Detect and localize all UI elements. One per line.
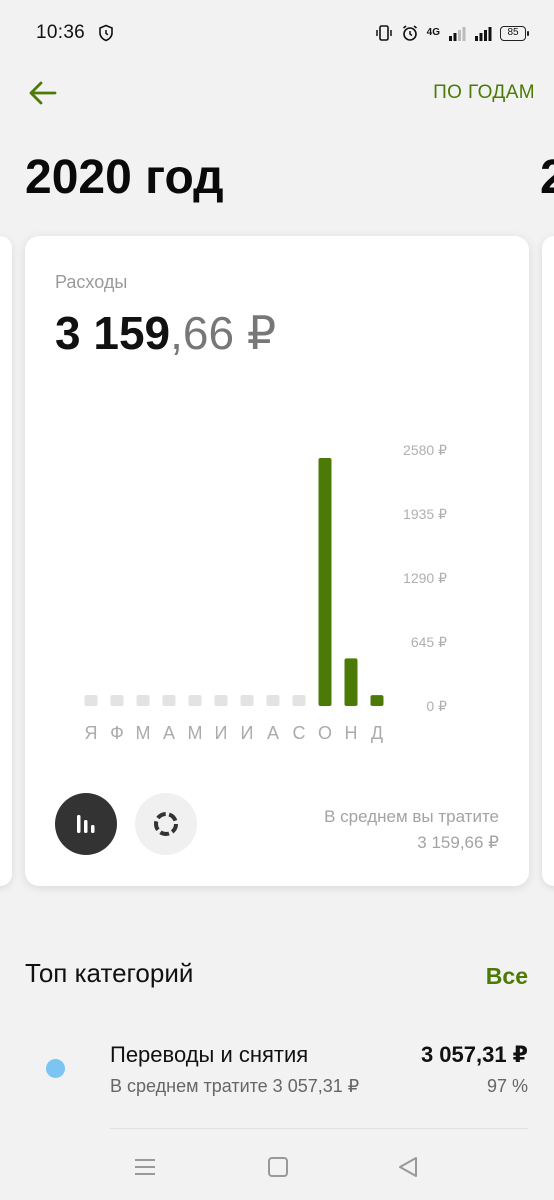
category-row[interactable]: Переводы и снятия 3 057,31 ₽ В среднем т… xyxy=(0,1030,554,1130)
chart-bar[interactable] xyxy=(266,695,280,706)
year-title: 2020 год xyxy=(25,151,224,204)
bar-chart-icon xyxy=(77,815,95,833)
category-color-dot xyxy=(46,1059,65,1078)
x-tick-label: И xyxy=(215,723,228,743)
x-tick-label: А xyxy=(163,723,175,743)
chart-bar[interactable] xyxy=(292,695,306,706)
vibrate-icon xyxy=(375,25,392,41)
shield-clock-icon xyxy=(99,24,113,42)
expenses-card: Расходы 3 159,66 ₽ 2580 ₽1935 ₽1290 ₽645… xyxy=(25,236,529,886)
y-tick-label: 645 ₽ xyxy=(411,634,447,650)
chart-bar[interactable] xyxy=(110,695,124,706)
battery-indicator: 85 xyxy=(500,25,529,41)
previous-year-card[interactable] xyxy=(0,236,12,886)
top-categories-title: Топ категорий xyxy=(25,958,194,988)
chart-bar[interactable] xyxy=(136,695,150,706)
x-tick-label: Д xyxy=(371,723,383,743)
y-tick-label: 2580 ₽ xyxy=(403,442,447,458)
back-icon[interactable] xyxy=(395,1154,421,1180)
system-nav-bar xyxy=(0,1138,554,1200)
chart-bar[interactable] xyxy=(188,695,202,706)
signal-icon-2 xyxy=(475,27,492,41)
next-year-card[interactable] xyxy=(542,236,554,886)
x-tick-label: М xyxy=(136,723,151,743)
chart-bar[interactable] xyxy=(84,695,98,706)
chart-bar[interactable] xyxy=(214,695,228,706)
next-year-peek[interactable]: 2 xyxy=(540,150,554,205)
alarm-icon xyxy=(402,25,417,41)
category-average: В среднем тратите 3 057,31 ₽ xyxy=(110,1076,360,1096)
chart-bar[interactable] xyxy=(344,658,358,706)
app-bar: ПО ГОДАМ xyxy=(0,66,554,122)
all-categories-link[interactable]: Все xyxy=(486,963,528,990)
divider xyxy=(110,1128,528,1129)
monthly-expenses-chart: 2580 ₽1935 ₽1290 ₽645 ₽0 ₽Я Ф М А М И И А С О Н Д xyxy=(84,442,447,743)
average-spending-label: В среднем вы тратите xyxy=(324,807,499,826)
y-tick-label: 1935 ₽ xyxy=(403,506,447,522)
chart-bar[interactable] xyxy=(240,695,254,706)
arrow-left-icon[interactable] xyxy=(26,76,60,110)
average-spending-value: 3 159,66 ₽ xyxy=(417,833,499,852)
x-tick-label: Ф xyxy=(110,723,124,743)
chart-bar[interactable] xyxy=(318,457,332,706)
category-name: Переводы и снятия xyxy=(110,1042,309,1067)
status-bar: 10:36 4G 85 xyxy=(0,0,554,66)
x-tick-label: М xyxy=(188,723,203,743)
x-tick-label: С xyxy=(293,723,306,743)
bar-chart-mode-button[interactable] xyxy=(55,793,117,855)
home-icon[interactable] xyxy=(265,1154,291,1180)
category-percent: 97 % xyxy=(486,1076,528,1096)
x-tick-label: Я xyxy=(85,723,98,743)
chart-bar[interactable] xyxy=(370,695,384,706)
y-tick-label: 0 ₽ xyxy=(426,698,447,714)
chart-bar[interactable] xyxy=(162,695,176,706)
signal-icon-1 xyxy=(449,27,466,41)
x-tick-label: А xyxy=(267,723,279,743)
donut-chart-mode-button[interactable] xyxy=(135,793,197,855)
donut-chart-icon xyxy=(154,812,178,836)
by-years-button[interactable]: ПО ГОДАМ xyxy=(433,82,535,104)
menu-icon[interactable] xyxy=(132,1154,158,1180)
status-time: 10:36 xyxy=(36,22,86,43)
y-tick-label: 1290 ₽ xyxy=(403,570,447,586)
network-type: 4G xyxy=(426,27,440,38)
x-tick-label: Н xyxy=(345,723,358,743)
x-tick-label: И xyxy=(241,723,254,743)
x-tick-label: О xyxy=(318,723,332,743)
category-amount: 3 057,31 ₽ xyxy=(420,1042,528,1067)
